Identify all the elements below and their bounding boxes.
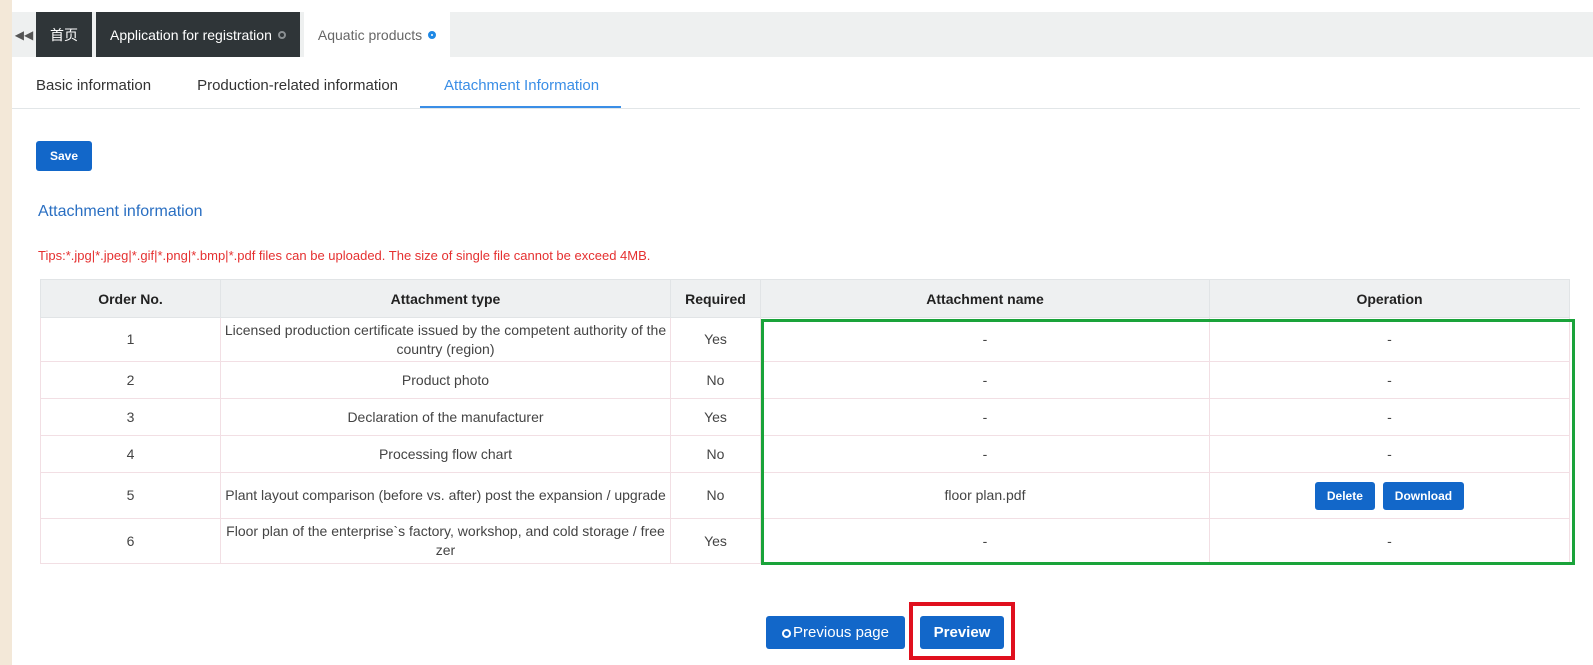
cell-order: 1 — [40, 317, 221, 362]
tab-application-for-registration[interactable]: Application for registration — [96, 12, 300, 57]
cell-required: Yes — [670, 398, 761, 436]
circle-icon[interactable] — [428, 30, 437, 39]
cell-order: 6 — [40, 518, 221, 564]
save-button[interactable]: Save — [36, 141, 92, 171]
tab-label: 首页 — [50, 26, 78, 43]
cell-type: Processing flow chart — [220, 435, 671, 473]
tab-aquatic-products[interactable]: Aquatic products — [303, 12, 451, 57]
previous-page-label: Previous page — [793, 624, 889, 641]
header-attachment-name: Attachment name — [760, 279, 1210, 318]
cell-operation: - — [1209, 435, 1570, 473]
circle-icon — [782, 629, 792, 638]
delete-button[interactable]: Delete — [1314, 481, 1375, 510]
cell-attachment-name: - — [760, 398, 1210, 436]
upload-tips: Tips:*.jpg|*.jpeg|*.gif|*.png|*.bmp|*.pd… — [38, 248, 651, 263]
cell-order: 3 — [40, 398, 221, 436]
cell-required: Yes — [670, 317, 761, 362]
tab-strip: ◀◀ 首页 Application for registration Aquat… — [12, 12, 1593, 57]
cell-operation: - — [1209, 361, 1570, 399]
table-row: 1 Licensed production certificate issued… — [40, 317, 1570, 362]
cell-operation: - — [1209, 518, 1570, 564]
subtab-production-related-information[interactable]: Production-related information — [173, 70, 420, 108]
cell-type: Plant layout comparison (before vs. afte… — [220, 472, 671, 519]
cell-required: No — [670, 435, 761, 473]
previous-page-button[interactable]: Previous page — [766, 616, 905, 649]
cell-attachment-name: floor plan.pdf — [760, 472, 1210, 519]
subtab-attachment-information[interactable]: Attachment Information — [420, 70, 622, 108]
cell-operation: - — [1209, 317, 1570, 362]
cell-attachment-name: - — [760, 317, 1210, 362]
table-row: 6 Floor plan of the enterprise`s factory… — [40, 518, 1570, 564]
page-frame: ◀◀ 首页 Application for registration Aquat… — [12, 0, 1593, 665]
cell-required: No — [670, 472, 761, 519]
cell-type: Product photo — [220, 361, 671, 399]
cell-order: 5 — [40, 472, 221, 519]
cell-attachment-name: - — [760, 518, 1210, 564]
tab-home[interactable]: 首页 — [36, 12, 92, 57]
table-row: 3 Declaration of the manufacturer Yes - … — [40, 398, 1570, 436]
cell-operation: Delete Download — [1209, 472, 1570, 519]
subtab-bar: Basic information Production-related inf… — [12, 70, 1580, 109]
download-button[interactable]: Download — [1382, 481, 1465, 510]
cell-required: Yes — [670, 518, 761, 564]
header-attachment-type: Attachment type — [220, 279, 671, 318]
header-order-no: Order No. — [40, 279, 221, 318]
tab-label: Application for registration — [110, 26, 272, 43]
table-header-row: Order No. Attachment type Required Attac… — [40, 279, 1570, 318]
subtab-basic-information[interactable]: Basic information — [12, 70, 173, 108]
tab-label: Aquatic products — [317, 26, 423, 43]
table-row: 5 Plant layout comparison (before vs. af… — [40, 472, 1570, 519]
double-left-arrow-icon[interactable]: ◀◀ — [12, 12, 36, 57]
section-title: Attachment information — [38, 203, 203, 220]
cell-order: 4 — [40, 435, 221, 473]
preview-button[interactable]: Preview — [920, 616, 1004, 649]
attachment-table: Order No. Attachment type Required Attac… — [40, 279, 1570, 564]
cell-type: Declaration of the manufacturer — [220, 398, 671, 436]
table-row: 2 Product photo No - - — [40, 361, 1570, 399]
header-operation: Operation — [1209, 279, 1570, 318]
cell-attachment-name: - — [760, 435, 1210, 473]
header-required: Required — [670, 279, 761, 318]
cell-type: Floor plan of the enterprise`s factory, … — [220, 518, 671, 564]
cell-attachment-name: - — [760, 361, 1210, 399]
cell-operation: - — [1209, 398, 1570, 436]
cell-order: 2 — [40, 361, 221, 399]
table-row: 4 Processing flow chart No - - — [40, 435, 1570, 473]
circle-icon[interactable] — [277, 30, 286, 39]
cell-type: Licensed production certificate issued b… — [220, 317, 671, 362]
cell-required: No — [670, 361, 761, 399]
